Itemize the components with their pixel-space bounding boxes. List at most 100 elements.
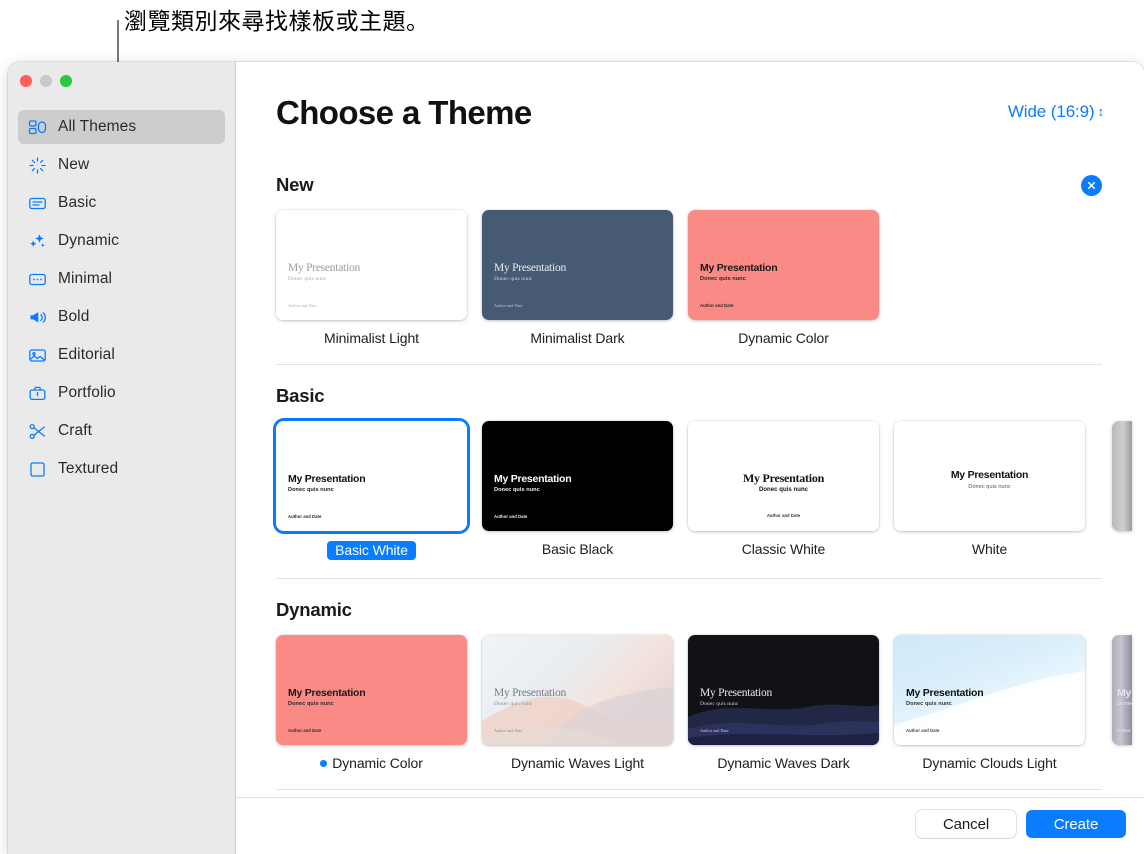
sidebar-item-dynamic[interactable]: Dynamic bbox=[18, 224, 225, 258]
thumb-subtitle: Donec quis nunc bbox=[288, 701, 334, 707]
sidebar-item-label: Editorial bbox=[58, 346, 115, 364]
theme-thumbnail[interactable]: My Presentation Donec quis nunc Author a… bbox=[276, 210, 467, 320]
theme-name: Dynamic Waves Light bbox=[511, 755, 644, 771]
briefcase-icon bbox=[28, 384, 47, 403]
scissors-icon bbox=[28, 422, 47, 441]
theme-card-label: Classic White bbox=[688, 541, 879, 557]
theme-card[interactable]: My Presentation Donec quis nunc Author a… bbox=[482, 210, 673, 346]
theme-card-label: Basic White bbox=[276, 541, 467, 560]
theme-thumbnail[interactable]: My Presentation Donec quis nunc Author a… bbox=[482, 421, 673, 531]
sidebar-item-bold[interactable]: Bold bbox=[18, 300, 225, 334]
create-button[interactable]: Create bbox=[1026, 810, 1126, 838]
theme-card-label: Dynamic Clouds Light bbox=[894, 755, 1085, 771]
theme-card[interactable]: My Presentation Donec quis nunc Author a… bbox=[688, 635, 879, 771]
theme-thumbnail[interactable]: My Presentation Donec quis nunc Author a… bbox=[688, 421, 879, 531]
sidebar-item-minimal[interactable]: Minimal bbox=[18, 262, 225, 296]
thumb-title: My Presentation bbox=[494, 687, 566, 699]
theme-name: Classic White bbox=[742, 541, 826, 557]
thumb-subtitle: Donec quis nunc bbox=[494, 487, 540, 493]
thumb-footer: Author and Date bbox=[494, 728, 523, 733]
thumb-title: My Presentation bbox=[288, 687, 365, 699]
megaphone-icon bbox=[28, 308, 47, 327]
aspect-ratio-popup-button[interactable]: Wide (16:9)↕ bbox=[1008, 102, 1104, 122]
thumb-subtitle: Donec quis nunc bbox=[1117, 701, 1132, 707]
thumb-subtitle: Donec quis nunc bbox=[288, 487, 334, 493]
thumb-footer: Author and Date bbox=[906, 728, 939, 733]
theme-card-peek[interactable] bbox=[1112, 421, 1132, 531]
theme-card[interactable]: My Presentation Donec quis nunc Author a… bbox=[276, 635, 467, 771]
sidebar-item-label: Minimal bbox=[58, 270, 112, 288]
footer-button-group: Cancel Create bbox=[916, 810, 1126, 838]
sidebar: All Themes New bbox=[8, 62, 236, 854]
theme-card[interactable]: My Presentation Donec quis nunc Author a… bbox=[482, 421, 673, 557]
thumb-title: My Presentation bbox=[494, 473, 571, 485]
theme-card-label: White bbox=[894, 541, 1085, 557]
theme-card[interactable]: My Presentation Donec quis nunc Author a… bbox=[688, 210, 879, 346]
theme-name: Dynamic Color bbox=[332, 755, 423, 771]
theme-name: White bbox=[972, 541, 1007, 557]
sidebar-item-label: Textured bbox=[58, 460, 118, 478]
sparkles-icon bbox=[28, 232, 47, 251]
close-window-button[interactable] bbox=[20, 75, 32, 87]
thumb-subtitle: Donec quis nunc bbox=[894, 484, 1085, 490]
zoom-window-button[interactable] bbox=[60, 75, 72, 87]
theme-card[interactable]: My Presentation Donec quis nunc Author a… bbox=[276, 210, 467, 346]
sidebar-item-basic[interactable]: Basic bbox=[18, 186, 225, 220]
section-minimal: Minimal bbox=[236, 790, 1144, 797]
sidebar-item-label: Basic bbox=[58, 194, 96, 212]
section-heading: Basic bbox=[276, 365, 1144, 421]
text-box-icon bbox=[28, 194, 47, 213]
sparkle-burst-icon bbox=[28, 156, 47, 175]
sidebar-item-portfolio[interactable]: Portfolio bbox=[18, 376, 225, 410]
thumb-footer: Author and Date bbox=[700, 303, 733, 308]
theme-thumbnail[interactable]: My Presentation Donec quis nunc Author a… bbox=[894, 421, 1085, 531]
theme-row: My Presentation Donec quis nunc Author a… bbox=[276, 421, 1144, 560]
theme-card-label: Minimalist Light bbox=[276, 330, 467, 346]
thumb-title: My Presentation bbox=[700, 262, 777, 274]
sidebar-item-label: Craft bbox=[58, 422, 92, 440]
theme-name: Minimalist Light bbox=[324, 330, 419, 346]
cancel-button[interactable]: Cancel bbox=[916, 810, 1016, 838]
theme-thumbnail[interactable]: My Presentation Donec quis nunc Author a… bbox=[894, 635, 1085, 745]
theme-card[interactable]: My Presentation Donec quis nunc Author a… bbox=[688, 421, 879, 557]
theme-thumbnail[interactable]: My Presentation Donec quis nunc Author a… bbox=[276, 421, 467, 531]
thumb-title: My Presentation bbox=[1117, 687, 1132, 699]
theme-row: My Presentation Donec quis nunc Author a… bbox=[276, 635, 1144, 771]
section-basic: Basic My Presentation Donec quis nunc Au… bbox=[236, 365, 1144, 560]
main-header: Choose a Theme Wide (16:9)↕ bbox=[236, 62, 1144, 154]
theme-name: Minimalist Dark bbox=[530, 330, 624, 346]
theme-chooser-window: All Themes New bbox=[8, 62, 1144, 854]
theme-card-label: Minimalist Dark bbox=[482, 330, 673, 346]
sidebar-item-label: Portfolio bbox=[58, 384, 116, 402]
thumb-subtitle: Donec quis nunc bbox=[700, 276, 746, 282]
minimize-window-button[interactable] bbox=[40, 75, 52, 87]
all-themes-icon bbox=[28, 118, 47, 137]
theme-card[interactable]: My Presentation Donec quis nunc Author a… bbox=[276, 421, 467, 560]
theme-scroll-area[interactable]: New My Presentation Donec quis nunc Auth… bbox=[236, 154, 1144, 797]
sidebar-item-textured[interactable]: Textured bbox=[18, 452, 225, 486]
thumb-subtitle: Donec quis nunc bbox=[700, 701, 738, 707]
theme-card[interactable]: My Presentation Donec quis nunc Author a… bbox=[482, 635, 673, 771]
theme-thumbnail[interactable]: My Presentation Donec quis nunc Author a… bbox=[482, 210, 673, 320]
theme-card[interactable]: My Presentation Donec quis nunc Author a… bbox=[894, 635, 1085, 771]
sidebar-item-label: Dynamic bbox=[58, 232, 119, 250]
callout-text: 瀏覽類別來尋找樣板或主題。 bbox=[124, 2, 430, 36]
thumb-subtitle: Donec quis nunc bbox=[494, 276, 532, 282]
theme-thumbnail[interactable]: My Presentation Donec quis nunc Author a… bbox=[482, 635, 673, 745]
sidebar-item-new[interactable]: New bbox=[18, 148, 225, 182]
theme-card[interactable]: My Presentation Donec quis nunc Author a… bbox=[894, 421, 1085, 557]
sidebar-item-craft[interactable]: Craft bbox=[18, 414, 225, 448]
thumb-title: My Presentation bbox=[288, 473, 365, 485]
theme-thumbnail[interactable]: My Presentation Donec quis nunc Author a… bbox=[688, 635, 879, 745]
theme-thumbnail[interactable]: My Presentation Donec quis nunc Author a… bbox=[276, 635, 467, 745]
sidebar-item-all-themes[interactable]: All Themes bbox=[18, 110, 225, 144]
sidebar-item-editorial[interactable]: Editorial bbox=[18, 338, 225, 372]
section-new: New My Presentation Donec quis nunc Auth… bbox=[236, 154, 1144, 346]
thumb-footer: Author and Date bbox=[894, 514, 1085, 519]
theme-thumbnail[interactable]: My Presentation Donec quis nunc Author a… bbox=[688, 210, 879, 320]
theme-card-peek[interactable]: My Presentation Donec quis nunc Author a… bbox=[1112, 635, 1132, 745]
close-circle-icon[interactable] bbox=[1081, 175, 1102, 196]
thumb-subtitle: Donec quis nunc bbox=[688, 487, 879, 493]
sidebar-item-label: New bbox=[58, 156, 89, 174]
sidebar-item-label: Bold bbox=[58, 308, 89, 326]
